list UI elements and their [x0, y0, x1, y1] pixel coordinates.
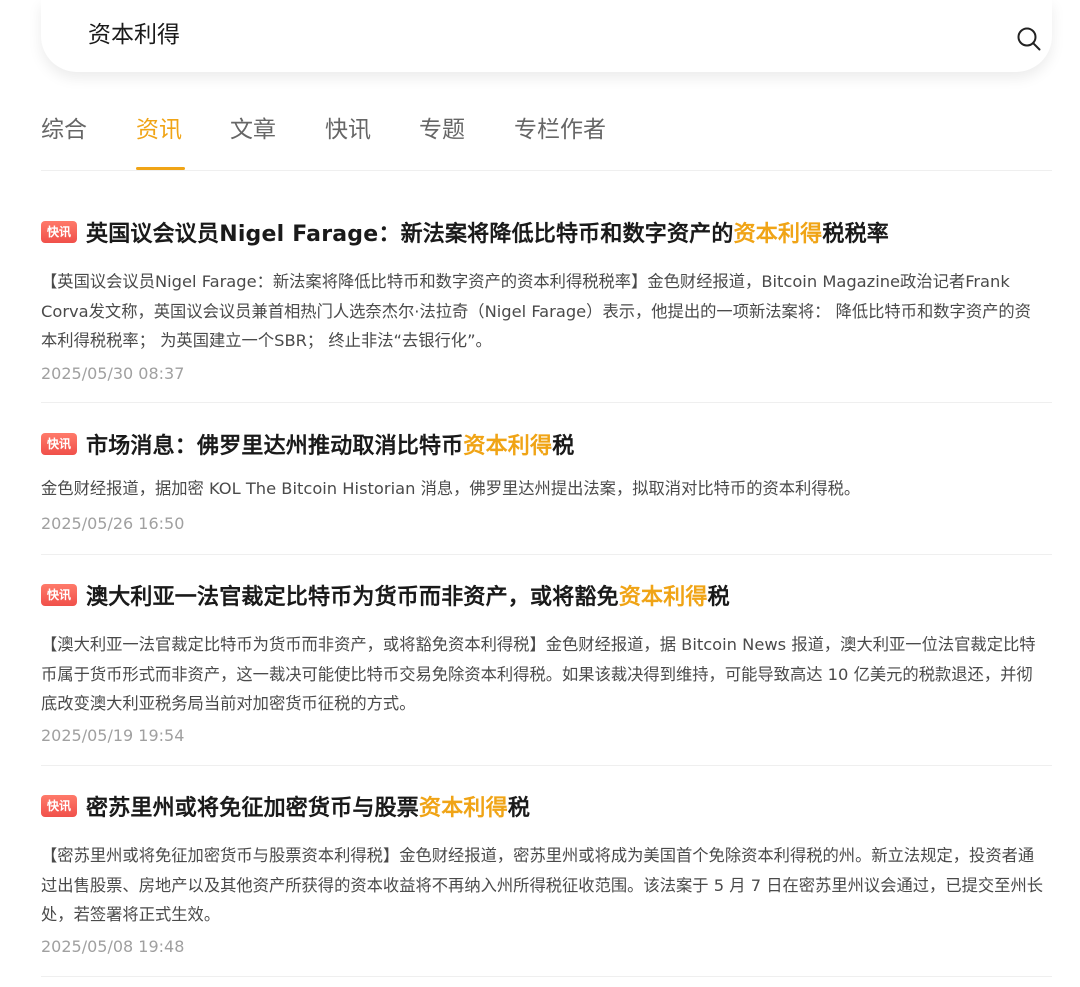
news-item[interactable]: 快讯 密苏里州或将免征加密货币与股票资本利得税 【密苏里州或将免征加密货币与股票资… [41, 791, 1052, 977]
news-title[interactable]: 市场消息：佛罗里达州推动取消比特币资本利得税 [86, 429, 574, 465]
search-bar[interactable]: 资本利得 [41, 0, 1052, 72]
news-timestamp: 2025/05/19 19:54 [41, 726, 185, 745]
flash-badge: 快讯 [41, 221, 77, 243]
news-summary: 金色财经报道，据加密 KOL The Bitcoin Historian 消息，… [41, 479, 861, 498]
keyword-highlight: 资本利得 [463, 434, 553, 459]
keyword-highlight: 资本利得 [419, 796, 508, 821]
flash-badge: 快讯 [41, 584, 77, 606]
news-timestamp: 2025/05/08 19:48 [41, 937, 185, 956]
search-icon[interactable] [1016, 26, 1042, 52]
flash-badge: 快讯 [41, 795, 77, 817]
keyword-highlight: 资本利得 [733, 222, 823, 247]
tab-bar: 综合 资讯 文章 快讯 专题 专栏作者 [41, 110, 1052, 171]
news-timestamp: 2025/05/26 16:50 [41, 514, 185, 533]
tab-news[interactable]: 资讯 [136, 113, 182, 147]
tab-columnists[interactable]: 专栏作者 [514, 113, 606, 147]
news-item[interactable]: 快讯 英国议会议员Nigel Farage：新法案将降低比特币和数字资产的资本利得… [41, 217, 1052, 403]
news-title[interactable]: 英国议会议员Nigel Farage：新法案将降低比特币和数字资产的资本利得税税… [86, 217, 889, 253]
news-title-row[interactable]: 快讯 澳大利亚一法官裁定比特币为货币而非资产，或将豁免资本利得税 [41, 580, 730, 616]
news-summary: 【密苏里州或将免征加密货币与股票资本利得税】金色财经报道，密苏里州或将成为美国首… [41, 846, 1044, 924]
news-title[interactable]: 澳大利亚一法官裁定比特币为货币而非资产，或将豁免资本利得税 [86, 580, 730, 616]
keyword-highlight: 资本利得 [618, 585, 708, 610]
tab-topics[interactable]: 专题 [419, 113, 465, 147]
news-title-row[interactable]: 快讯 密苏里州或将免征加密货币与股票资本利得税 [41, 791, 530, 827]
tab-flash[interactable]: 快讯 [325, 113, 371, 147]
tab-comprehensive[interactable]: 综合 [41, 113, 87, 147]
news-timestamp: 2025/05/30 08:37 [41, 364, 185, 383]
news-title-row[interactable]: 快讯 市场消息：佛罗里达州推动取消比特币资本利得税 [41, 429, 574, 465]
news-item[interactable]: 快讯 市场消息：佛罗里达州推动取消比特币资本利得税 金色财经报道，据加密 KOL … [41, 429, 1052, 555]
search-input[interactable]: 资本利得 [88, 18, 180, 52]
news-title[interactable]: 密苏里州或将免征加密货币与股票资本利得税 [86, 791, 530, 827]
active-tab-indicator [136, 167, 185, 170]
tab-articles[interactable]: 文章 [230, 113, 276, 147]
flash-badge: 快讯 [41, 433, 77, 455]
news-item[interactable]: 快讯 澳大利亚一法官裁定比特币为货币而非资产，或将豁免资本利得税 【澳大利亚一法官… [41, 580, 1052, 766]
news-title-row[interactable]: 快讯 英国议会议员Nigel Farage：新法案将降低比特币和数字资产的资本利得… [41, 217, 889, 253]
news-summary: 【英国议会议员Nigel Farage：新法案将降低比特币和数字资产的资本利得税… [41, 272, 1031, 350]
news-summary: 【澳大利亚一法官裁定比特币为货币而非资产，或将豁免资本利得税】金色财经报道，据 … [41, 635, 1036, 713]
